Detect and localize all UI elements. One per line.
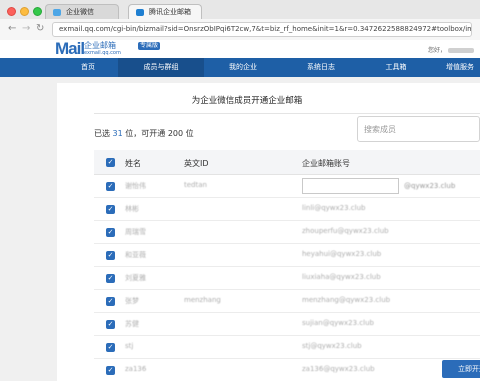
exmail-favicon-icon bbox=[136, 9, 144, 16]
email-account: linli@qywx23.club bbox=[302, 204, 366, 212]
user-greeting: 您好， bbox=[428, 45, 475, 54]
member-english-id: tedtan bbox=[184, 181, 207, 189]
edition-badge: 专属版 bbox=[138, 42, 161, 50]
nav-members-groups[interactable]: 成员与群组 bbox=[118, 58, 204, 77]
blurred-username bbox=[448, 48, 475, 53]
reload-icon[interactable]: ↻ bbox=[36, 23, 44, 35]
email-account: zhouperfu@qywx23.club bbox=[302, 227, 389, 235]
logo-mail-text: Mail bbox=[55, 40, 85, 58]
row-checkbox[interactable]: ✓ bbox=[106, 320, 115, 329]
minimize-window-button[interactable] bbox=[20, 7, 29, 16]
email-account-input[interactable] bbox=[302, 178, 399, 194]
email-account: stj@qywx23.club bbox=[302, 342, 362, 350]
logo-domain: exmail.qq.com bbox=[84, 50, 121, 56]
nav-system-log[interactable]: 系统日志 bbox=[282, 58, 360, 77]
member-name: stj bbox=[125, 342, 134, 350]
browser-chrome: 企业微信 腾讯企业邮箱 ← → ↻ exmail.qq.com/cgi-bin/… bbox=[0, 0, 480, 40]
table-row: ✓ 张梦 menzhang menzhang@qywx23.club bbox=[94, 290, 480, 313]
back-arrow-icon[interactable]: ← bbox=[8, 23, 16, 35]
selection-stats: 已选 31 位，可开通 200 位 bbox=[94, 128, 194, 139]
stats-middle: 位，可开通 bbox=[125, 129, 166, 138]
member-name: 和亚薇 bbox=[125, 251, 146, 259]
wecom-favicon-icon bbox=[53, 9, 61, 16]
row-checkbox[interactable]: ✓ bbox=[106, 205, 115, 214]
stats-suffix: 位 bbox=[185, 129, 194, 138]
table-row: ✓ 和亚薇 heyahui@qywx23.club bbox=[94, 244, 480, 267]
logo-title: 企业邮箱 bbox=[84, 41, 116, 50]
row-checkbox[interactable]: ✓ bbox=[106, 343, 115, 352]
member-search bbox=[357, 116, 480, 142]
row-checkbox[interactable]: ✓ bbox=[106, 366, 115, 375]
row-checkbox[interactable]: ✓ bbox=[106, 251, 115, 260]
activate-now-button[interactable]: 立即开通 bbox=[442, 360, 480, 378]
member-name: 张梦 bbox=[125, 297, 139, 305]
email-account: sujian@qywx23.club bbox=[302, 319, 374, 327]
stats-prefix: 已选 bbox=[94, 129, 110, 138]
col-english-id: 英文ID bbox=[184, 159, 209, 168]
browser-tab-exmail[interactable]: 腾讯企业邮箱 bbox=[128, 4, 202, 19]
member-name: za136 bbox=[125, 365, 147, 373]
table-row: ✓ 苏健 sujian@qywx23.club bbox=[94, 313, 480, 336]
email-account: liuxiaha@qywx23.club bbox=[302, 273, 381, 281]
quota-count: 200 bbox=[167, 129, 184, 138]
member-name: 林彬 bbox=[125, 205, 139, 213]
row-checkbox[interactable]: ✓ bbox=[106, 274, 115, 283]
browser-tab-wecom[interactable]: 企业微信 bbox=[45, 4, 119, 19]
email-account: heyahui@qywx23.club bbox=[302, 250, 382, 258]
member-name: 苏健 bbox=[125, 320, 139, 328]
site-header: Mail 企业邮箱 exmail.qq.com 专属版 您好， bbox=[0, 40, 480, 58]
table-row: ✓ 林彬 linli@qywx23.club bbox=[94, 198, 480, 221]
nav-value-added[interactable]: 增值服务 bbox=[446, 58, 480, 77]
row-checkbox[interactable]: ✓ bbox=[106, 228, 115, 237]
address-bar[interactable]: exmail.qq.com/cgi-bin/bizmail?sid=OnsrzO… bbox=[52, 22, 472, 37]
tab-label: 企业微信 bbox=[66, 8, 94, 16]
member-name: 周瑞雪 bbox=[125, 228, 146, 236]
search-input[interactable] bbox=[358, 117, 479, 141]
page-title: 为企业微信成员开通企业邮箱 bbox=[191, 96, 303, 106]
col-name: 姓名 bbox=[125, 159, 141, 168]
table-row: ✓ za136 za136@qywx23.club bbox=[94, 359, 480, 381]
email-account: menzhang@qywx23.club bbox=[302, 296, 391, 304]
email-account: za136@qywx23.club bbox=[302, 365, 375, 373]
content-panel: 为企业微信成员开通企业邮箱 已选 31 位，可开通 200 位 ✓ 姓名 英文I… bbox=[57, 83, 480, 381]
main-nav: 首页 成员与群组 我的企业 系统日志 工具箱 增值服务 bbox=[0, 58, 480, 77]
row-checkbox[interactable]: ✓ bbox=[106, 182, 115, 191]
forward-arrow-icon[interactable]: → bbox=[22, 23, 30, 35]
table-row: ✓ 谢怡伟 tedtan @qywx23.club bbox=[94, 175, 480, 198]
select-all-checkbox[interactable]: ✓ bbox=[106, 158, 115, 167]
maximize-window-button[interactable] bbox=[33, 7, 42, 16]
nav-my-company[interactable]: 我的企业 bbox=[204, 58, 282, 77]
greeting-text: 您好， bbox=[428, 47, 447, 54]
table-row: ✓ 刘夏雅 liuxiaha@qywx23.club bbox=[94, 267, 480, 290]
tab-label: 腾讯企业邮箱 bbox=[149, 8, 191, 16]
col-account: 企业邮箱账号 bbox=[302, 159, 350, 168]
url-bar-row: ← → ↻ exmail.qq.com/cgi-bin/bizmail?sid=… bbox=[0, 19, 480, 40]
nav-toolbox[interactable]: 工具箱 bbox=[360, 58, 432, 77]
close-window-button[interactable] bbox=[7, 7, 16, 16]
email-domain-suffix: @qywx23.club bbox=[404, 182, 456, 190]
nav-home[interactable]: 首页 bbox=[58, 58, 118, 77]
member-english-id: menzhang bbox=[184, 296, 221, 304]
selected-count: 31 bbox=[112, 129, 123, 138]
table-row: ✓ 周瑞雪 zhouperfu@qywx23.club bbox=[94, 221, 480, 244]
table-header: ✓ 姓名 英文ID 企业邮箱账号 bbox=[94, 150, 480, 175]
page: Mail 企业邮箱 exmail.qq.com 专属版 您好， 首页 成员与群组… bbox=[0, 40, 480, 381]
divider bbox=[94, 113, 480, 114]
member-name: 刘夏雅 bbox=[125, 274, 146, 282]
row-checkbox[interactable]: ✓ bbox=[106, 297, 115, 306]
member-name: 谢怡伟 bbox=[125, 182, 146, 190]
table-row: ✓ stj stj@qywx23.club bbox=[94, 336, 480, 359]
